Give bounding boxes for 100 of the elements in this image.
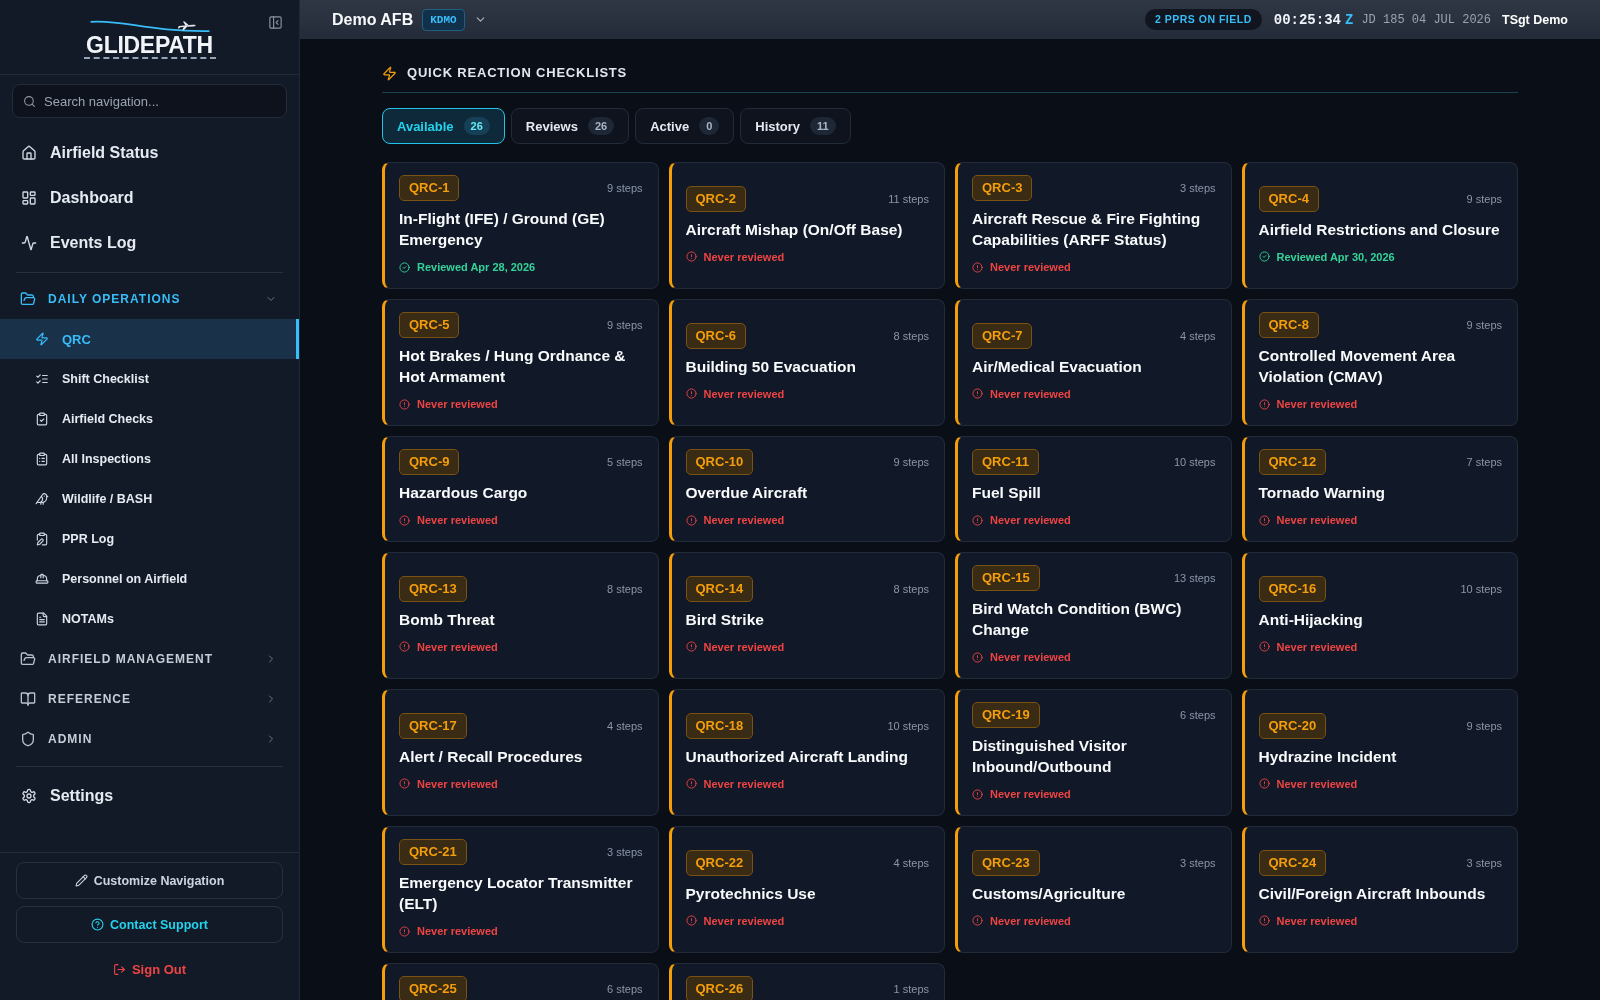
checklist-card[interactable]: QRC-8 9 steps Controlled Movement Area Violation (CMAV) Never reviewed [1241, 299, 1518, 426]
checklist-card[interactable]: QRC-21 3 steps Emergency Locator Transmitter (ELT) Never reviewed [382, 826, 659, 953]
checklist-code-badge: QRC-25 [399, 976, 467, 1000]
step-count: 3 steps [1180, 856, 1216, 869]
folder-icon [20, 291, 36, 307]
checklist-card[interactable]: QRC-16 10 steps Anti-Hijacking Never reviewed [1241, 552, 1518, 679]
checklist-code-badge: QRC-9 [399, 449, 460, 475]
step-count: 8 steps [893, 582, 929, 595]
review-status: Never reviewed [990, 788, 1071, 800]
settings-icon [21, 788, 37, 804]
nav-item[interactable]: NOTAMs [0, 599, 299, 639]
nav-group-header[interactable]: AIRFIELD MANAGEMENT [0, 639, 299, 679]
search-icon [23, 95, 36, 108]
alert-circle-icon [399, 641, 410, 652]
alert-circle-icon [399, 925, 410, 937]
checklist-card[interactable]: QRC-6 8 steps Building 50 Evacuation Never reviewed [668, 299, 945, 426]
checklist-title: Distinguished Visitor Inbound/Outbound [972, 736, 1128, 777]
review-status: Never reviewed [1276, 640, 1358, 653]
checklist-card[interactable]: QRC-2 11 steps Aircraft Mishap (On/Off Base) Never reviewed [668, 162, 945, 289]
checklist-code-badge: QRC-22 [685, 849, 754, 876]
checklist-card[interactable]: QRC-1 9 steps In-Flight (IFE) / Ground (GE) Emergency Reviewed Apr 28, 2026 [382, 162, 659, 289]
nav-item[interactable]: QRC [0, 319, 299, 359]
checklist-card[interactable]: QRC-10 9 steps Overdue Aircraft Never reviewed [668, 436, 945, 542]
review-status: Never reviewed [417, 514, 498, 526]
checklist-card[interactable]: QRC-23 3 steps Customs/Agriculture Never reviewed [955, 826, 1232, 953]
sign-out-button[interactable]: Sign Out [16, 950, 283, 988]
checklist-code-badge: QRC-6 [685, 322, 746, 349]
alert-circle-icon [399, 778, 410, 789]
nav-group-header[interactable]: REFERENCE [0, 679, 299, 719]
review-status: Never reviewed [703, 777, 785, 790]
checklist-card[interactable]: QRC-14 8 steps Bird Strike Never reviewed [668, 552, 945, 679]
checklist-title: Fuel Spill [972, 483, 1042, 503]
checklist-title: Emergency Locator Transmitter (ELT) [399, 873, 634, 914]
contact-support-button[interactable]: Contact Support [16, 906, 283, 943]
checklist-title: Tornado Warning [1258, 483, 1387, 503]
checklist-card[interactable]: QRC-17 4 steps Alert / Recall Procedures Never reviewed [382, 689, 659, 816]
step-count: 8 steps [893, 329, 929, 342]
step-count: 9 steps [607, 182, 643, 194]
nav-item[interactable]: Shift Checklist [0, 359, 299, 399]
checklist-card[interactable]: QRC-3 3 steps Aircraft Rescue & Fire Fighting Capabilities (ARFF Status) Never reviewed [955, 162, 1232, 289]
nav-item[interactable]: Airfield Checks [0, 399, 299, 439]
alert-circle-icon [685, 251, 697, 262]
home-icon [21, 144, 37, 161]
review-status: Reviewed Apr 28, 2026 [417, 261, 536, 273]
folder-icon [20, 651, 36, 667]
nav-item[interactable]: All Inspections [0, 439, 299, 479]
checklist-card[interactable]: QRC-7 4 steps Air/Medical Evacuation Never reviewed [955, 299, 1232, 426]
checklist-card[interactable]: QRC-26 1 steps [668, 963, 945, 1000]
lightning-icon [35, 332, 49, 346]
alert-circle-icon [685, 641, 697, 652]
document-icon [35, 612, 49, 626]
step-count: 10 steps [1460, 582, 1502, 595]
step-count: 5 steps [607, 456, 643, 468]
checklist-card[interactable]: QRC-15 13 steps Bird Watch Condition (BWC) Change Never reviewed [955, 552, 1232, 679]
checklist-card[interactable]: QRC-18 10 steps Unauthorized Aircraft Landing Never reviewed [668, 689, 945, 816]
settings-nav-item[interactable]: Settings [0, 774, 299, 818]
checklist-title: In-Flight (IFE) / Ground (GE) Emergency [399, 209, 606, 250]
checklist-title: Airfield Restrictions and Closure [1258, 219, 1501, 240]
checklist-title: Alert / Recall Procedures [399, 746, 584, 767]
step-count: 9 steps [893, 456, 929, 468]
nav-item[interactable]: Wildlife / BASH [0, 479, 299, 519]
nav-group-header[interactable]: ADMIN [0, 719, 299, 759]
checklist-card[interactable]: QRC-5 9 steps Hot Brakes / Hung Ordnance & Hot Armament Never reviewed [382, 299, 659, 426]
step-count: 3 steps [607, 846, 643, 858]
step-count: 9 steps [607, 319, 643, 331]
tab[interactable]: Active 0 [635, 108, 735, 144]
sidebar-collapse-icon[interactable] [268, 15, 283, 30]
checklist-card[interactable]: QRC-24 3 steps Civil/Foreign Aircraft Inbounds Never reviewed [1241, 826, 1518, 953]
checklist-code-badge: QRC-26 [685, 976, 754, 1000]
nav-item[interactable]: Personnel on Airfield [0, 559, 299, 599]
checklist-card[interactable]: QRC-20 9 steps Hydrazine Incident Never reviewed [1241, 689, 1518, 816]
checklist-card[interactable]: QRC-9 5 steps Hazardous Cargo Never reviewed [382, 436, 659, 542]
checklist-card[interactable]: QRC-13 8 steps Bomb Threat Never reviewed [382, 552, 659, 679]
zulu-time: 00:25:34 [1273, 11, 1341, 28]
checklist-card[interactable]: QRC-25 6 steps [382, 963, 659, 1000]
checklist-card[interactable]: QRC-4 9 steps Airfield Restrictions and Closure Reviewed Apr 30, 2026 [1241, 162, 1518, 289]
lightning-icon [382, 65, 397, 81]
customize-navigation-button[interactable]: Customize Navigation [16, 862, 283, 899]
count-badge: 11 [810, 117, 836, 135]
checklist-icon [35, 372, 49, 386]
search-field[interactable]: Search navigation... [12, 84, 287, 118]
review-status: Never reviewed [417, 777, 498, 790]
checklist-card[interactable]: QRC-12 7 steps Tornado Warning Never reviewed [1241, 436, 1518, 542]
nav-item[interactable]: Airfield Status [0, 130, 299, 175]
nav-group-header[interactable]: DAILY OPERATIONS [0, 279, 299, 319]
tab[interactable]: History 11 [740, 108, 851, 144]
checklist-code-badge: QRC-2 [685, 185, 746, 212]
review-status: Never reviewed [417, 640, 498, 653]
tab[interactable]: Reviews 26 [510, 108, 630, 144]
nav-item[interactable]: Events Log [0, 220, 299, 265]
checklist-card[interactable]: QRC-19 6 steps Distinguished Visitor Inbound/Outbound Never reviewed [955, 689, 1232, 816]
nav-item[interactable]: PPR Log [0, 519, 299, 559]
checklist-card[interactable]: QRC-11 10 steps Fuel Spill Never reviewed [955, 436, 1232, 542]
review-status: Never reviewed [703, 914, 785, 927]
checklist-title: Air/Medical Evacuation [972, 356, 1143, 377]
checklist-code-badge: QRC-19 [972, 702, 1040, 728]
sign-out-icon [112, 962, 126, 976]
nav-item[interactable]: Dashboard [0, 175, 299, 220]
tab[interactable]: Available 26 [382, 108, 505, 144]
checklist-card[interactable]: QRC-22 4 steps Pyrotechnics Use Never reviewed [668, 826, 945, 953]
